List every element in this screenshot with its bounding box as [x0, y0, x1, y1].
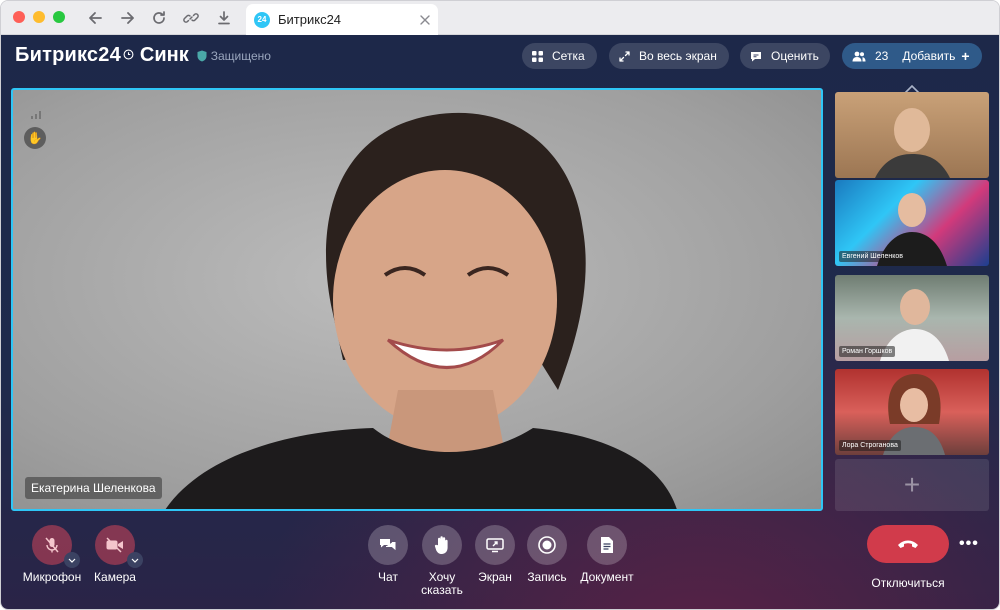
video-call-app: Битрикс24 Синк Защищено Сетка Во весь эк…	[1, 35, 999, 609]
browser-tab[interactable]: 24 Битрикс24	[246, 4, 438, 35]
record-button[interactable]	[527, 525, 567, 565]
microphone-control[interactable]: Микрофон	[23, 525, 81, 584]
grid-view-button[interactable]: Сетка	[522, 43, 597, 69]
camera-options-chevron-icon[interactable]	[127, 552, 143, 568]
microphone-options-chevron-icon[interactable]	[64, 552, 80, 568]
participant-name: Роман Горшков	[839, 346, 896, 357]
document-label: Документ	[580, 570, 634, 584]
microphone-button[interactable]	[32, 525, 80, 568]
browser-toolbar: 24 Битрикс24	[1, 1, 999, 35]
secure-label: Защищено	[210, 48, 271, 63]
expand-icon	[619, 50, 630, 62]
brand-logo: Битрикс24 Синк Защищено	[15, 44, 271, 67]
camera-control[interactable]: Камера	[87, 525, 143, 584]
add-participant-label: Добавить	[902, 49, 956, 63]
rate-call-button[interactable]: Оценить	[740, 43, 830, 69]
participant-tile[interactable]: Роман Горшков	[835, 275, 989, 361]
camera-button[interactable]	[95, 525, 143, 568]
clock-icon	[123, 47, 134, 65]
brand-name: Битрикс24	[15, 44, 121, 66]
forward-arrow-icon[interactable]	[116, 7, 138, 29]
add-participant-tile[interactable]: +	[835, 459, 989, 511]
raise-hand-label: Хочу сказать	[421, 571, 463, 597]
participants-count: 23	[875, 49, 889, 63]
participant-tile[interactable]: Лора Строганова	[835, 369, 989, 455]
fullscreen-button[interactable]: Во весь экран	[609, 43, 729, 69]
record-icon	[538, 536, 556, 554]
speaker-silhouette	[165, 112, 677, 509]
plus-icon: +	[961, 48, 970, 64]
reload-icon[interactable]	[148, 7, 170, 29]
document-icon	[601, 537, 613, 553]
participant-silhouette	[875, 108, 950, 178]
fullscreen-label: Во весь экран	[639, 49, 717, 63]
close-window-button[interactable]	[13, 11, 25, 23]
screen-share-button[interactable]	[475, 525, 515, 565]
camera-label: Камера	[94, 570, 136, 584]
hand-icon	[434, 536, 448, 554]
camera-off-icon	[106, 537, 123, 553]
more-options-icon[interactable]: •••	[959, 535, 979, 553]
raise-hand-button[interactable]	[422, 525, 462, 565]
document-button[interactable]	[587, 525, 627, 565]
grid-view-label: Сетка	[552, 49, 585, 63]
raise-hand-label-line1: Хочу	[428, 570, 456, 584]
hangup-label: Отключиться	[871, 576, 945, 590]
speaker-name-tag: Екатерина Шеленкова	[25, 477, 162, 499]
document-control[interactable]: Документ	[579, 525, 635, 584]
download-icon[interactable]	[213, 7, 235, 29]
back-arrow-icon[interactable]	[85, 7, 107, 29]
participant-name: Лора Строганова	[839, 440, 901, 451]
rate-call-label: Оценить	[771, 49, 819, 63]
raise-hand-label-line2: сказать	[421, 583, 463, 597]
record-label: Запись	[527, 570, 567, 584]
add-participant-button[interactable]: 23 Добавить +	[842, 43, 982, 69]
chat-control[interactable]: Чат	[368, 525, 408, 584]
chat-label: Чат	[378, 570, 398, 584]
participant-name: Евгений Шеленков	[839, 251, 906, 262]
chat-icon	[380, 539, 396, 551]
raised-hand-icon: ✋	[24, 127, 46, 149]
chat-button[interactable]	[368, 525, 408, 565]
plus-icon: +	[903, 469, 921, 500]
minimize-window-button[interactable]	[33, 11, 45, 23]
tab-title: Битрикс24	[278, 12, 342, 27]
record-control[interactable]: Запись	[527, 525, 567, 584]
participant-tile[interactable]	[835, 92, 989, 178]
maximize-window-button[interactable]	[53, 11, 65, 23]
microphone-label: Микрофон	[22, 570, 82, 584]
phone-hangup-icon	[898, 540, 918, 548]
secure-indicator: Защищено	[197, 49, 271, 63]
grid-icon	[532, 50, 543, 62]
screen-share-icon	[486, 538, 504, 553]
screen-share-label: Экран	[478, 570, 512, 584]
screen-share-control[interactable]: Экран	[475, 525, 515, 584]
bitrix24-favicon-icon: 24	[254, 11, 270, 28]
signal-strength-icon	[31, 106, 41, 124]
participants-icon	[852, 51, 866, 62]
product-name: Синк	[139, 44, 189, 66]
feedback-icon	[750, 51, 762, 62]
main-speaker-video[interactable]: ✋ Екатерина Шеленкова	[11, 88, 823, 511]
shield-icon	[197, 50, 207, 61]
microphone-off-icon	[45, 537, 59, 553]
raise-hand-control[interactable]: Хочу сказать	[417, 525, 467, 597]
hangup-button[interactable]	[867, 525, 949, 563]
link-icon[interactable]	[180, 7, 202, 29]
close-tab-icon[interactable]	[420, 12, 430, 30]
participant-tile[interactable]: Евгений Шеленков	[835, 180, 989, 266]
browser-window: 24 Битрикс24 Битрикс24 Синк Защищено Сет…	[0, 0, 1000, 610]
